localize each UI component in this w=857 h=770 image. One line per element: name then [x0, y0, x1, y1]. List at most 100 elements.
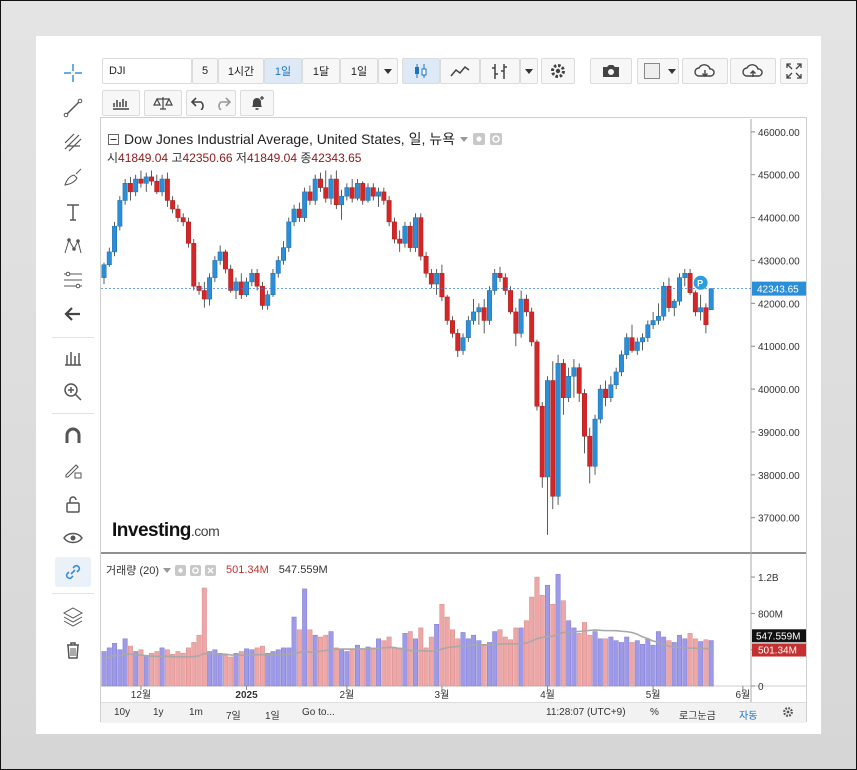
crosshair-icon [64, 64, 82, 82]
save-layout-button[interactable] [730, 58, 776, 84]
interval-1d-alt-button[interactable]: 1일 [340, 58, 378, 84]
close-icon[interactable] [204, 564, 216, 576]
close-label: 종 [300, 151, 312, 165]
undo-icon[interactable] [191, 96, 207, 110]
range-1m-button[interactable]: 1m [189, 707, 203, 718]
pattern-icon [64, 238, 82, 254]
text-tool-button[interactable] [55, 197, 91, 227]
toolbar-separator [52, 337, 94, 338]
text-icon [67, 204, 79, 221]
top-toolbar: DJI 5 1시간 1일 1달 1일 [100, 55, 810, 85]
open-label: 시 [107, 151, 119, 165]
brush-tool-button[interactable] [55, 162, 91, 192]
gann-tool-button[interactable] [55, 127, 91, 157]
interval-label: 1시간 [227, 66, 255, 78]
volume-value: 501.34M [225, 564, 269, 576]
fib-tool-button[interactable] [55, 265, 91, 295]
collapse-icon[interactable] [108, 133, 119, 145]
percent-scale-button[interactable]: % [650, 707, 659, 718]
interval-dropdown-button[interactable] [378, 58, 398, 84]
interval-1m-button[interactable]: 1달 [302, 58, 340, 84]
unlock-icon [66, 496, 80, 513]
eye-icon[interactable] [473, 133, 485, 145]
interval-1d-button[interactable]: 1일 [264, 58, 302, 84]
interval-label: 1일 [274, 66, 292, 78]
redo-icon[interactable] [215, 96, 231, 110]
pitchfork-icon [64, 133, 82, 152]
candles-style-button[interactable] [402, 58, 440, 84]
goto-date-button[interactable]: Go to... [302, 707, 335, 718]
gear-icon[interactable] [782, 706, 794, 718]
link-icon [65, 564, 81, 580]
magnet-icon [65, 427, 81, 443]
alert-button[interactable] [240, 90, 274, 116]
fullscreen-button[interactable] [780, 58, 808, 84]
interval-1h-button[interactable]: 1시간 [218, 58, 264, 84]
symbol-text: DJI [109, 65, 126, 77]
range-7d-button[interactable]: 7일 [226, 707, 241, 722]
caret-down-icon [668, 68, 676, 74]
compare-dropdown-button[interactable] [520, 58, 538, 84]
interval-label: 5 [201, 65, 209, 77]
caret-down-icon[interactable] [460, 136, 468, 142]
secondary-toolbar [100, 87, 300, 117]
interval-label: 1일 [350, 66, 368, 78]
volume-legend: 거래량 (20) 501.34M 547.559M [106, 562, 328, 578]
symbol-search-input[interactable]: DJI [102, 58, 192, 84]
drawing-toolbar [50, 55, 96, 725]
lock-drawings-button[interactable] [55, 489, 91, 519]
crosshair-tool-button[interactable] [55, 58, 91, 88]
bell-plus-icon [252, 96, 264, 110]
zoom-tool-button[interactable] [55, 377, 91, 407]
load-layout-button[interactable] [682, 58, 728, 84]
sync-drawings-button[interactable] [55, 557, 91, 587]
caret-down-icon[interactable] [162, 567, 171, 573]
magnet-button[interactable] [55, 421, 91, 451]
eye-icon[interactable] [174, 564, 186, 576]
indicators-button[interactable] [102, 90, 140, 116]
chart-area[interactable] [100, 117, 807, 722]
close-value: 42343.65 [311, 151, 362, 165]
color-picker-button[interactable] [637, 58, 679, 84]
range-1y-button[interactable]: 1y [153, 707, 164, 718]
open-value: 41849.04 [118, 151, 169, 165]
auto-scale-button[interactable]: 자동 [739, 707, 757, 722]
cloud-download-icon [694, 64, 715, 77]
interval-label: 1달 [312, 66, 330, 78]
gear-icon[interactable] [189, 564, 201, 576]
range-10y-button[interactable]: 10y [114, 707, 130, 718]
gear-icon [551, 64, 565, 78]
snapshot-button[interactable] [590, 58, 632, 84]
toolbar-separator [52, 413, 94, 414]
range-1d-button[interactable]: 1일 [265, 707, 280, 722]
log-scale-button[interactable]: 로그눈금 [679, 707, 716, 722]
interval-5-button[interactable]: 5 [192, 58, 218, 84]
gear-icon[interactable] [490, 133, 502, 145]
pencil-lock-icon [65, 464, 82, 479]
caret-down-icon [384, 68, 392, 74]
object-tree-button[interactable] [55, 601, 91, 631]
candles-icon [415, 64, 427, 78]
investing-logo: Investing.com [112, 520, 220, 541]
arrow-left-icon [64, 307, 80, 321]
scale-icon [153, 97, 173, 110]
volume-title: 거래량 (20) [106, 565, 159, 577]
hide-drawings-button[interactable] [55, 523, 91, 553]
line-style-button[interactable] [440, 58, 480, 84]
volume-ma-value: 547.559M [278, 564, 328, 576]
pattern-tool-button[interactable] [55, 231, 91, 261]
trendline-tool-button[interactable] [55, 93, 91, 123]
measure-tool-button[interactable] [55, 343, 91, 373]
low-label: 저 [235, 151, 247, 165]
compare-symbol-button[interactable] [144, 90, 182, 116]
area-chart-icon [450, 65, 470, 77]
settings-button[interactable] [541, 58, 575, 84]
trend-line-icon [63, 98, 83, 118]
stay-in-drawing-button[interactable] [55, 455, 91, 485]
delete-drawings-button[interactable] [55, 635, 91, 665]
ohlc-readout: 시41849.04 고42350.66 저41849.04 종42343.65 [107, 149, 361, 166]
ruler-icon [65, 352, 81, 366]
low-value: 41849.04 [246, 151, 298, 165]
compare-button[interactable] [480, 58, 520, 84]
back-button[interactable] [55, 299, 91, 329]
